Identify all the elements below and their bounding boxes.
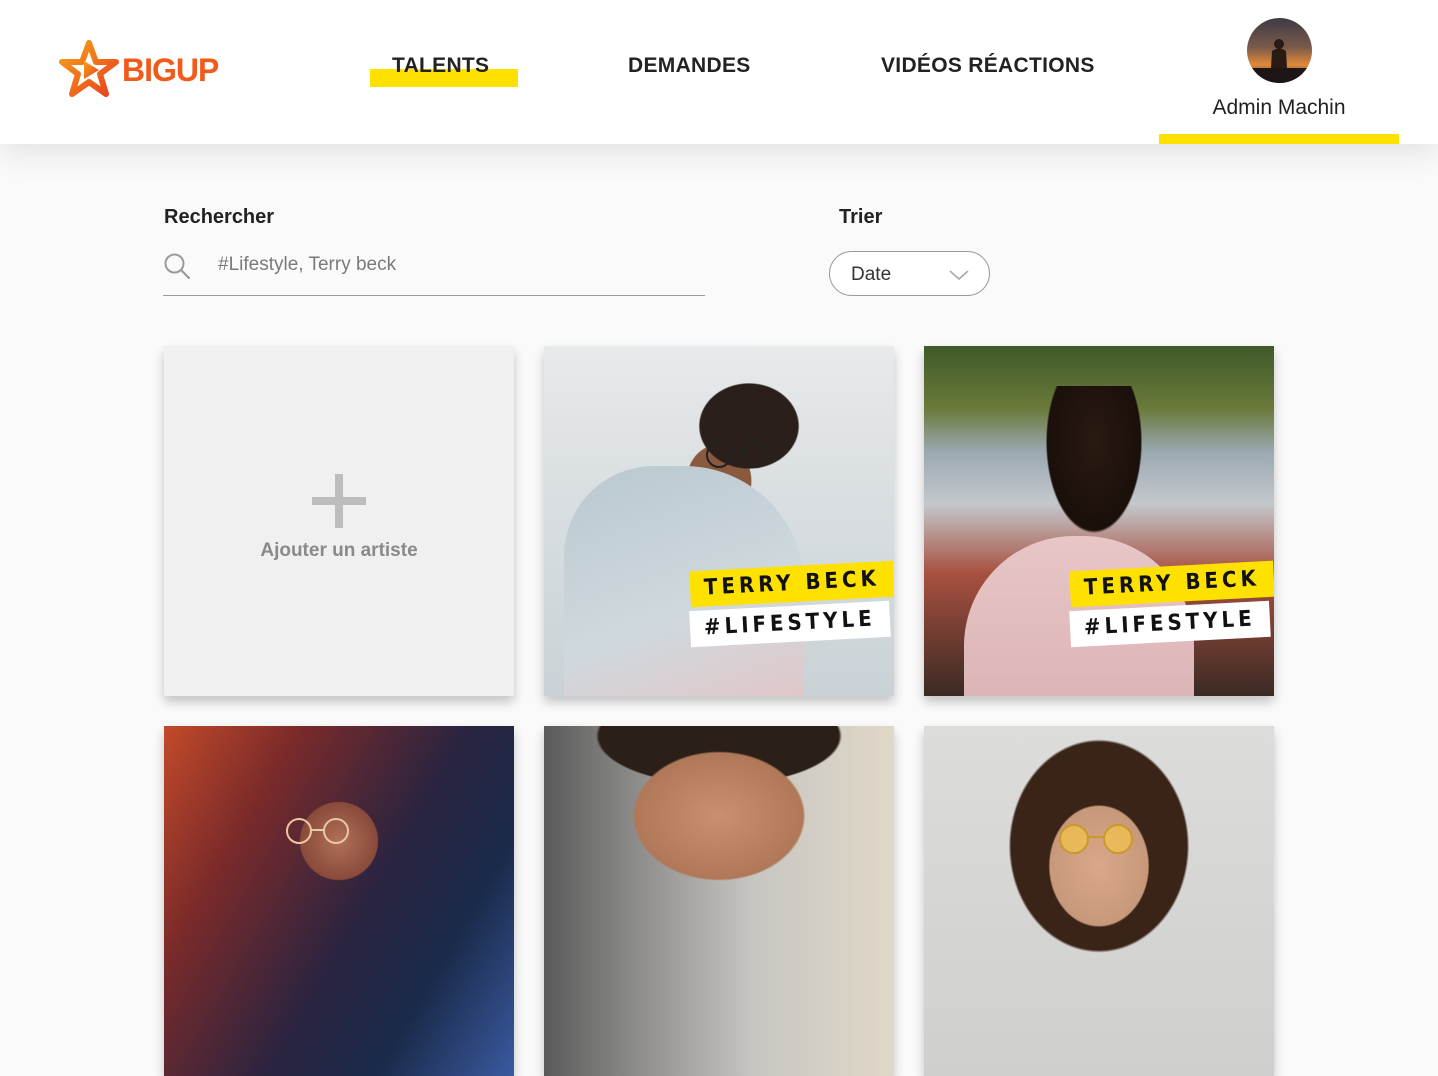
- artist-card[interactable]: [924, 726, 1274, 1076]
- star-play-icon: [59, 40, 119, 97]
- nav-demandes[interactable]: DEMANDES: [628, 54, 751, 78]
- search-icon: [164, 253, 191, 280]
- nav-videos-reactions[interactable]: VIDÉOS RÉACTIONS: [881, 54, 1095, 78]
- chevron-down-icon: [949, 270, 969, 281]
- user-active-bar: [1159, 134, 1399, 144]
- search-field: [163, 246, 705, 296]
- artist-card[interactable]: TERRY BECK #LIFESTYLE: [924, 346, 1274, 696]
- bigup-logo[interactable]: BIGUP: [58, 40, 228, 102]
- artist-face: [1039, 386, 1149, 546]
- nav-talents[interactable]: TALENTS: [392, 54, 489, 78]
- top-header: BIGUP TALENTS DEMANDES VIDÉOS RÉACTIONS …: [0, 0, 1438, 144]
- artist-card[interactable]: [164, 726, 514, 1076]
- plus-icon: [312, 474, 366, 528]
- sort-dropdown[interactable]: Date: [829, 251, 990, 296]
- user-name[interactable]: Admin Machin: [1159, 96, 1399, 120]
- glasses-icon: [286, 818, 349, 844]
- logo-wordmark: BIGUP: [122, 52, 219, 88]
- add-artist-card[interactable]: Ajouter un artiste: [164, 346, 514, 696]
- sort-label: Trier: [839, 206, 883, 228]
- sort-selected-value: Date: [851, 264, 892, 285]
- artist-card[interactable]: [544, 726, 894, 1076]
- glasses-icon: [706, 442, 769, 468]
- person-silhouette-icon: [1247, 39, 1312, 83]
- glasses-icon: [1059, 824, 1133, 854]
- search-input[interactable]: [218, 250, 688, 280]
- search-label: Rechercher: [164, 206, 275, 228]
- artist-card[interactable]: TERRY BECK #LIFESTYLE: [544, 346, 894, 696]
- add-artist-label: Ajouter un artiste: [260, 540, 418, 561]
- user-avatar[interactable]: [1247, 18, 1312, 83]
